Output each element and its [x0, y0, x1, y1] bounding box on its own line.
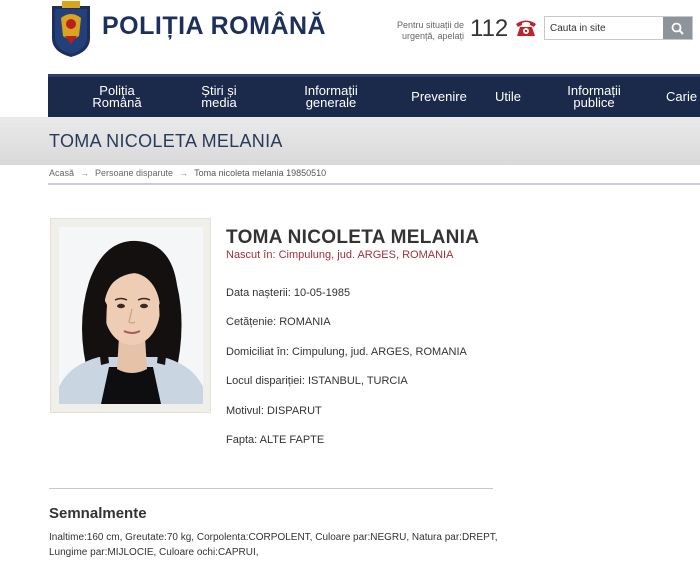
site-header: POLIȚIA ROMÂNĂ Pentru situații de urgenț… — [0, 0, 700, 70]
fact-label: Motivul: — [226, 405, 264, 417]
search-input[interactable] — [545, 17, 664, 39]
fact-label: Fapta: — [226, 434, 258, 446]
fact-reason: Motivul: DISPARUT — [226, 405, 322, 417]
fact-label: Data nașterii: — [226, 287, 291, 299]
search-icon — [671, 22, 684, 35]
search-button[interactable] — [663, 17, 692, 39]
fact-value: DISPARUT — [266, 405, 322, 417]
person-birthplace: Nascut în: Cimpulung, jud. ARGES, ROMANI… — [226, 249, 454, 261]
semnalmente-heading: Semnalmente — [49, 505, 147, 522]
breadcrumb-arrow-icon: → — [80, 168, 90, 178]
fact-disappearance-place: Locul dispariției: ISTANBUL, TURCIA — [226, 375, 408, 387]
section-divider — [49, 488, 493, 489]
site-brand[interactable]: POLIȚIA ROMÂNĂ — [102, 12, 326, 41]
emergency-number: 112 — [470, 15, 509, 42]
fact-value: Cimpulung, jud. ARGES, ROMANIA — [292, 346, 467, 358]
fact-domicile: Domiciliat în: Cimpulung, jud. ARGES, RO… — [226, 346, 467, 358]
nav-item-politia-romana[interactable]: Poliția Română — [82, 77, 152, 117]
nav-item-informatii-generale[interactable]: Informații generale — [293, 77, 369, 117]
breadcrumb-home-link[interactable]: Acasă — [49, 168, 74, 178]
person-photo-frame — [50, 218, 211, 413]
breadcrumb-arrow-icon: → — [179, 168, 189, 178]
nav-item-informatii-publice[interactable]: Informații publice — [556, 77, 632, 117]
breadcrumb-current: Toma nicoleta melania 19850510 — [194, 168, 327, 178]
nav-item-cariere[interactable]: Carie — [666, 77, 700, 117]
fact-value: 10-05-1985 — [293, 287, 351, 299]
person-name: TOMA NICOLETA MELANIA — [226, 227, 480, 248]
romanian-police-crest-icon[interactable] — [50, 0, 92, 58]
nav-item-utile[interactable]: Utile — [488, 77, 528, 117]
fact-label: Locul dispariției: — [226, 375, 305, 387]
semnalmente-description: Inaltime:160 cm, Greutate:70 kg, Corpole… — [49, 532, 498, 558]
fact-offense: Fapta: ALTE FAPTE — [226, 434, 324, 446]
breadcrumb: Acasă → Persoane disparute → Toma nicole… — [49, 168, 326, 178]
breadcrumb-divider — [48, 183, 700, 185]
fact-value: ISTANBUL, TURCIA — [307, 375, 408, 387]
fact-label: Domiciliat în: — [226, 346, 289, 358]
page-title-band: TOMA NICOLETA MELANIA — [0, 117, 700, 165]
emergency-text: Pentru situații de urgență, apelați — [396, 20, 464, 41]
main-navigation: Poliția Română Știri și media Informații… — [48, 74, 700, 117]
fact-birth-date: Data nașterii: 10-05-1985 — [226, 287, 350, 299]
fact-citizenship: Cetățenie: ROMANIA — [226, 316, 331, 328]
fact-label: Cetățenie: — [226, 316, 277, 328]
telephone-icon — [516, 20, 536, 36]
nav-item-stiri-si-media[interactable]: Știri și media — [188, 77, 250, 117]
breadcrumb-missing-persons-link[interactable]: Persoane disparute — [95, 168, 173, 178]
page-title: TOMA NICOLETA MELANIA — [49, 131, 283, 151]
person-photo — [59, 227, 203, 404]
nav-item-prevenire[interactable]: Prevenire — [406, 77, 472, 117]
fact-value: ALTE FAPTE — [259, 434, 325, 446]
fact-value: ROMANIA — [279, 316, 331, 328]
search-box — [544, 16, 693, 40]
